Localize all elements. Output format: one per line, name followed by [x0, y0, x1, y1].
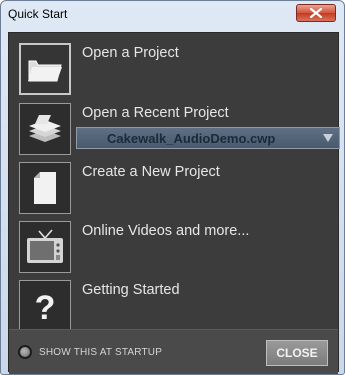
window-title: Quick Start [8, 7, 68, 21]
quick-start-window: Quick Start Open a Project Open a Recent… [0, 0, 345, 375]
open-project-icon-button[interactable] [19, 43, 71, 95]
svg-text:?: ? [35, 289, 56, 325]
blank-document-icon [34, 172, 56, 204]
online-videos-label: Online Videos and more... [82, 223, 250, 239]
television-icon [27, 229, 63, 263]
create-new-project-icon-button[interactable] [19, 162, 71, 214]
dropdown-arrow-icon [323, 134, 333, 142]
open-recent-project-icon-button[interactable] [19, 103, 71, 155]
getting-started-label: Getting Started [82, 282, 180, 298]
recent-project-dropdown[interactable]: Cakewalk_AudioDemo.cwp [76, 127, 340, 149]
getting-started-icon-button[interactable]: ? [19, 280, 71, 332]
open-recent-project-label: Open a Recent Project [82, 105, 229, 121]
folder-icon [28, 60, 62, 82]
show-at-startup-label: SHOW THIS AT STARTUP [39, 346, 163, 358]
create-new-project-label: Create a New Project [82, 164, 220, 180]
open-project-label: Open a Project [82, 45, 179, 61]
create-new-project-item[interactable]: Create a New Project [19, 162, 331, 214]
close-x-icon [310, 8, 322, 18]
open-project-item[interactable]: Open a Project [19, 43, 331, 95]
quick-start-panel: Open a Project Open a Recent Project Cak… [8, 32, 340, 374]
question-mark-icon: ? [35, 289, 56, 325]
footer-bar: SHOW THIS AT STARTUP CLOSE [9, 329, 338, 374]
title-bar: Quick Start [1, 1, 344, 29]
stacked-papers-icon [29, 115, 61, 142]
close-button[interactable]: CLOSE [266, 340, 328, 366]
show-at-startup-radio[interactable] [18, 345, 32, 359]
window-close-button[interactable] [296, 4, 336, 22]
recent-project-selected: Cakewalk_AudioDemo.cwp [107, 131, 276, 146]
show-at-startup-toggle[interactable]: SHOW THIS AT STARTUP [18, 345, 162, 359]
online-videos-icon-button[interactable] [19, 221, 71, 273]
online-videos-item[interactable]: Online Videos and more... [19, 221, 331, 273]
getting-started-item[interactable]: ? Getting Started [19, 280, 331, 332]
